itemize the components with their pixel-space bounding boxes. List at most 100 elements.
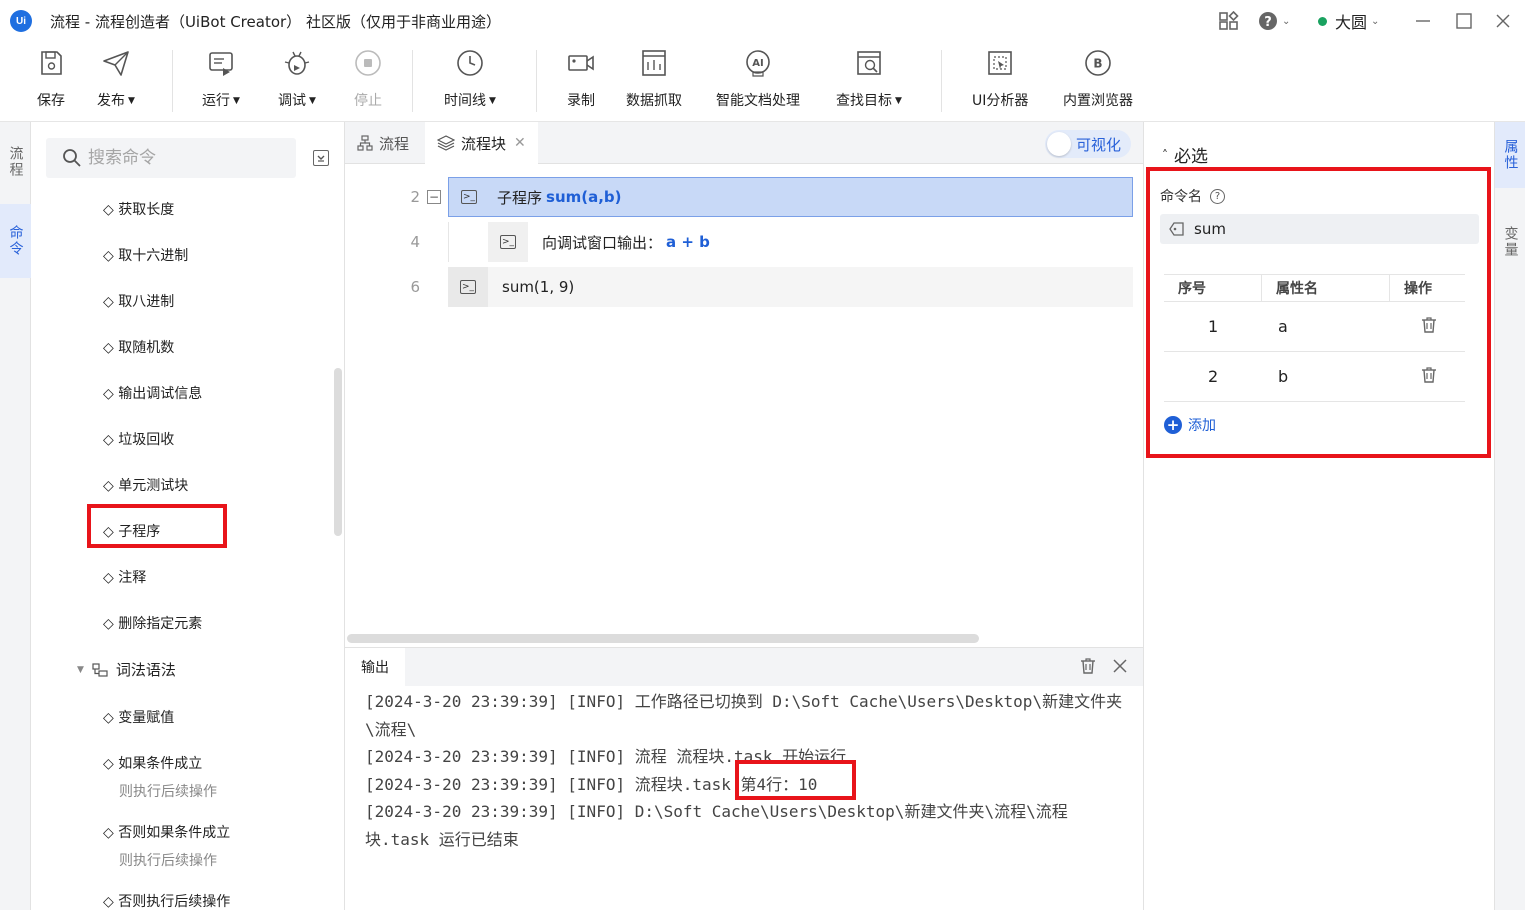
rail-tab-flow[interactable]: 流程 bbox=[0, 132, 31, 192]
line-number: 2 bbox=[410, 188, 420, 206]
find-target-button[interactable]: 查找目标 ▼ bbox=[836, 48, 902, 110]
user-menu[interactable]: 大圆 ⌄ bbox=[1318, 8, 1379, 34]
code-line-subroutine[interactable]: >_ 子程序 sum(a,b) bbox=[448, 177, 1133, 217]
code-line-call[interactable]: >_ sum(1, 9) bbox=[448, 267, 1133, 307]
toolbar-divider bbox=[172, 50, 173, 112]
svg-text:AI: AI bbox=[752, 58, 763, 69]
command-item[interactable]: ◇ 取八进制 bbox=[103, 291, 174, 311]
main-toolbar: 保存 发布 ▼ 运行 ▼ 调试 ▼ 停止 时间线 ▼ 录制 数据抓取 AI 智能文档处理… bbox=[0, 42, 1525, 122]
ui-analyzer-button[interactable]: UI分析器 bbox=[972, 48, 1028, 110]
data-scrape-icon bbox=[642, 50, 666, 76]
output-header: 输出 bbox=[345, 648, 1143, 686]
close-output-button[interactable] bbox=[1111, 657, 1129, 679]
command-item[interactable]: ◇ 删除指定元素 bbox=[103, 613, 202, 633]
toggle-knob bbox=[1047, 132, 1071, 156]
toolbar-divider bbox=[412, 50, 413, 112]
svg-text:?: ? bbox=[1264, 15, 1272, 30]
log-line: [2024-3-20 23:39:39] [INFO] D:\Soft Cach… bbox=[365, 802, 1068, 849]
caret-down-icon: ▼ bbox=[895, 96, 902, 106]
command-item[interactable]: ◇ 注释 bbox=[103, 567, 146, 587]
command-item[interactable]: ◇ 输出调试信息 bbox=[103, 383, 202, 403]
rail-tab-command[interactable]: 命令 bbox=[0, 204, 31, 278]
collapse-all-button[interactable] bbox=[313, 150, 329, 166]
save-button[interactable]: 保存 bbox=[36, 48, 66, 110]
trash-icon bbox=[1081, 658, 1095, 674]
editor-horizontal-scrollbar[interactable] bbox=[347, 634, 979, 643]
caret-down-icon: ▼ bbox=[128, 96, 135, 106]
command-item[interactable]: ◇ 取随机数 bbox=[103, 337, 174, 357]
command-icon-cell: >_ bbox=[448, 267, 488, 307]
section-required[interactable]: ˄ 必选 bbox=[1162, 142, 1208, 167]
command-block-icon: >_ bbox=[460, 280, 476, 294]
paper-plane-icon bbox=[103, 51, 129, 76]
highlight-subroutine bbox=[87, 504, 227, 548]
minimize-button[interactable] bbox=[1410, 8, 1436, 34]
command-item[interactable]: ◇ 否则如果条件成立 则执行后续操作 bbox=[103, 822, 230, 870]
smart-doc-button[interactable]: AI 智能文档处理 bbox=[716, 48, 800, 110]
data-scrape-button[interactable]: 数据抓取 bbox=[626, 48, 682, 110]
window-title: 流程 - 流程创造者（UiBot Creator） 社区版（仅用于非商业用途） bbox=[50, 13, 501, 31]
publish-button[interactable]: 发布 ▼ bbox=[97, 48, 135, 110]
rail-tab-variables[interactable]: 变量 bbox=[1495, 214, 1525, 270]
close-icon[interactable]: ✕ bbox=[514, 135, 526, 151]
online-status-icon bbox=[1318, 16, 1327, 26]
stop-icon bbox=[355, 50, 381, 76]
svg-text:B: B bbox=[1093, 57, 1102, 71]
app-logo: Ui bbox=[10, 10, 32, 32]
rail-tab-properties[interactable]: 属性 bbox=[1495, 122, 1525, 188]
browser-icon: B bbox=[1085, 50, 1111, 76]
help-menu-icon[interactable]: ? ⌄ bbox=[1258, 8, 1290, 34]
tab-output[interactable]: 输出 bbox=[345, 648, 405, 686]
highlight-output-result bbox=[735, 760, 856, 800]
close-window-button[interactable] bbox=[1490, 8, 1516, 34]
user-name: 大圆 bbox=[1335, 13, 1368, 32]
caret-down-icon: ▼ bbox=[309, 96, 316, 106]
collapse-icon bbox=[317, 155, 325, 162]
chevron-up-icon: ˄ bbox=[1162, 147, 1168, 162]
command-item[interactable]: ◇ 单元测试块 bbox=[103, 475, 188, 495]
command-icon-cell: >_ bbox=[488, 222, 528, 262]
ui-analyzer-icon bbox=[988, 51, 1012, 75]
visual-toggle[interactable]: 可视化 bbox=[1045, 130, 1131, 158]
close-icon bbox=[1113, 659, 1127, 673]
record-button[interactable]: 录制 bbox=[566, 48, 596, 110]
run-icon bbox=[209, 52, 233, 76]
fold-toggle[interactable]: − bbox=[427, 190, 441, 204]
search-icon bbox=[63, 149, 81, 167]
run-button[interactable]: 运行 ▼ bbox=[202, 48, 240, 110]
clear-output-button[interactable] bbox=[1079, 657, 1097, 679]
command-block-icon: >_ bbox=[500, 235, 516, 249]
command-group-syntax[interactable]: ▼ 词法语法 bbox=[77, 659, 176, 680]
caret-down-icon: ▼ bbox=[77, 664, 84, 675]
maximize-button[interactable] bbox=[1451, 8, 1477, 34]
video-camera-icon bbox=[568, 55, 594, 71]
stop-button[interactable]: 停止 bbox=[353, 48, 383, 110]
tab-flow-block[interactable]: 流程块 ✕ bbox=[425, 122, 538, 164]
command-search[interactable] bbox=[46, 138, 296, 178]
tab-flow[interactable]: 流程 bbox=[345, 122, 421, 164]
flow-chart-icon bbox=[357, 135, 373, 151]
chevron-down-icon: ⌄ bbox=[1282, 15, 1291, 27]
command-scrollbar[interactable] bbox=[334, 368, 342, 536]
command-item[interactable]: ◇ 获取长度 bbox=[103, 199, 174, 219]
log-line: [2024-3-20 23:39:39] [INFO] 工作路径已切换到 D:\… bbox=[365, 692, 1123, 739]
built-in-browser-button[interactable]: B 内置浏览器 bbox=[1063, 48, 1133, 110]
right-rail: 属性 变量 bbox=[1494, 122, 1525, 910]
command-item[interactable]: ◇ 变量赋值 bbox=[103, 707, 174, 727]
toolbar-divider bbox=[941, 50, 942, 112]
command-item[interactable]: ◇ 取十六进制 bbox=[103, 245, 188, 265]
code-line-output[interactable]: >_ 向调试窗口输出： a + b bbox=[448, 222, 1133, 262]
chevron-down-icon: ⌄ bbox=[1371, 15, 1380, 27]
command-item[interactable]: ◇ 如果条件成立 则执行后续操作 bbox=[103, 753, 217, 801]
command-item[interactable]: ◇ 否则执行后续操作 bbox=[103, 891, 230, 910]
timeline-button[interactable]: 时间线 ▼ bbox=[444, 48, 496, 110]
editor-tabbar: 流程 流程块 ✕ 可视化 bbox=[345, 122, 1143, 164]
debug-button[interactable]: 调试 ▼ bbox=[278, 48, 316, 110]
command-item[interactable]: ◇ 垃圾回收 bbox=[103, 429, 174, 449]
folder-tree-icon bbox=[92, 662, 108, 677]
toolbar-divider bbox=[536, 50, 537, 112]
caret-down-icon: ▼ bbox=[489, 96, 496, 106]
search-input[interactable] bbox=[88, 148, 278, 168]
layout-icon[interactable] bbox=[1216, 8, 1242, 34]
ai-doc-icon: AI bbox=[746, 50, 770, 77]
